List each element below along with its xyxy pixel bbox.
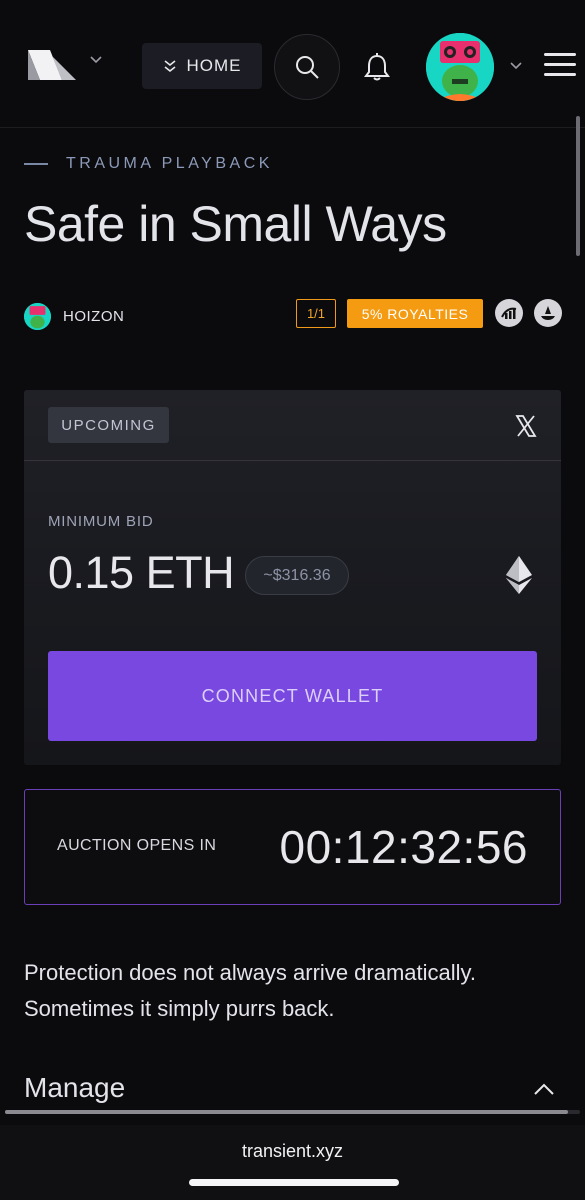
artist-name: HOIZON <box>63 307 125 325</box>
min-bid-value: 0.15 ETH <box>48 547 235 598</box>
avatar-illustration <box>426 33 494 101</box>
connect-wallet-button[interactable]: CONNECT WALLET <box>48 651 537 741</box>
status-badge: UPCOMING <box>48 407 169 443</box>
auction-opens-label: AUCTION OPENS IN <box>57 837 217 854</box>
chevron-up-icon[interactable] <box>533 1082 555 1096</box>
manage-title: Manage <box>24 1072 126 1103</box>
eyebrow-dash <box>24 163 48 165</box>
auction-countdown: AUCTION OPENS IN 00:12:32:56 <box>24 789 561 905</box>
marketplace-icon[interactable] <box>534 299 562 327</box>
auction-card: UPCOMING MINIMUM BID 0.15 ETH ~$316.36 C… <box>24 390 561 765</box>
x-icon[interactable] <box>514 414 538 438</box>
logo-icon[interactable] <box>28 50 76 80</box>
market-chart-icon[interactable] <box>495 299 523 327</box>
double-chevron-icon <box>164 60 175 73</box>
home-label: HOME <box>186 56 242 75</box>
browser-bottom-bar: transient.xyz <box>0 1125 585 1200</box>
page: HOME TRAUMA PLAYBACK Safe in Small Ways … <box>0 0 585 1200</box>
user-avatar[interactable] <box>426 33 494 101</box>
artist-link[interactable]: HOIZON <box>24 300 124 332</box>
chevron-down-icon[interactable] <box>88 52 104 68</box>
chevron-down-icon[interactable] <box>508 58 524 74</box>
countdown-timer: 00:12:32:56 <box>279 821 528 873</box>
auction-card-header: UPCOMING <box>24 390 561 461</box>
edition-badge: 1/1 <box>296 299 336 328</box>
search-button[interactable] <box>274 34 340 100</box>
url-bar[interactable]: transient.xyz <box>0 1141 585 1162</box>
artist-avatar <box>24 302 51 330</box>
ethereum-icon <box>506 556 532 594</box>
top-nav: HOME <box>0 0 585 128</box>
artwork-description: Protection does not always arrive dramat… <box>24 960 477 1021</box>
menu-icon[interactable] <box>544 52 576 78</box>
usd-value-pill: ~$316.36 <box>245 556 349 595</box>
collection-eyebrow: TRAUMA PLAYBACK <box>24 154 273 174</box>
min-bid-label: MINIMUM BID <box>48 513 154 530</box>
page-title: Safe in Small Ways <box>24 196 447 252</box>
manage-section-toggle[interactable]: Manage <box>24 1070 561 1110</box>
home-button[interactable]: HOME <box>142 43 262 89</box>
home-indicator[interactable] <box>189 1179 399 1186</box>
royalties-badge: 5% ROYALTIES <box>347 299 483 328</box>
vertical-scrollbar[interactable] <box>576 116 580 256</box>
horizontal-scrollbar[interactable] <box>5 1110 568 1114</box>
bell-icon[interactable] <box>363 52 391 82</box>
search-icon <box>296 56 319 79</box>
collection-name[interactable]: TRAUMA PLAYBACK <box>66 155 273 173</box>
